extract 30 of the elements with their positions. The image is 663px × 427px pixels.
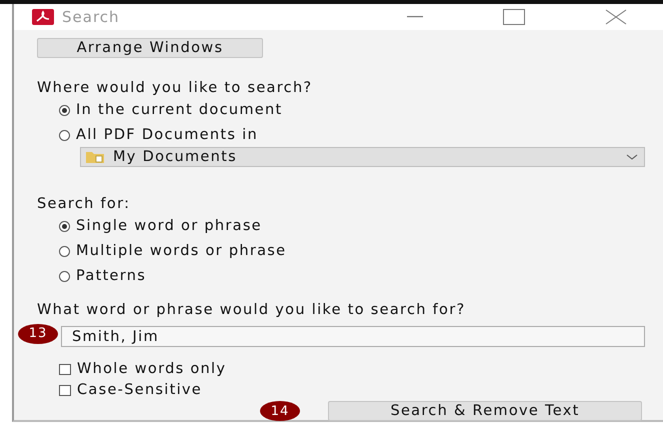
step-badge: 14 xyxy=(260,401,300,421)
option-label: Whole words only xyxy=(77,360,226,378)
window-title: Search xyxy=(62,8,120,26)
section-label: Where would you like to search? xyxy=(37,79,312,97)
option-label: Case-Sensitive xyxy=(77,381,202,399)
search-remove-button[interactable]: Search & Remove Text xyxy=(328,401,642,421)
option-label: All PDF Documents in xyxy=(76,126,258,144)
close-icon[interactable] xyxy=(605,9,627,25)
radio-button[interactable] xyxy=(59,270,70,282)
section-label: Search for: xyxy=(37,195,130,213)
checkbox[interactable] xyxy=(59,364,71,374)
radio-button[interactable] xyxy=(59,246,70,256)
question-label: What word or phrase would you like to search for? xyxy=(37,301,466,319)
arrange-windows-button[interactable]: Arrange Windows xyxy=(37,38,263,58)
step-badge: 13 xyxy=(18,324,58,344)
folder-icon xyxy=(85,150,105,164)
option-label: Multiple words or phrase xyxy=(76,242,286,260)
folder-dropdown[interactable]: My Documents xyxy=(80,147,645,167)
option-label: Patterns xyxy=(76,267,146,285)
radio-button[interactable] xyxy=(59,104,70,116)
option-label: In the current document xyxy=(76,101,282,119)
caret-icon xyxy=(626,154,638,160)
option-label: Single word or phrase xyxy=(76,217,262,235)
app-logo-icon xyxy=(32,9,54,25)
maximize-icon[interactable] xyxy=(503,9,525,25)
radio-button[interactable] xyxy=(59,130,70,140)
search-field[interactable]: Smith, Jim xyxy=(61,326,645,347)
minimize-icon[interactable] xyxy=(407,16,423,18)
checkbox[interactable] xyxy=(59,384,71,396)
radio-button[interactable] xyxy=(59,220,70,232)
